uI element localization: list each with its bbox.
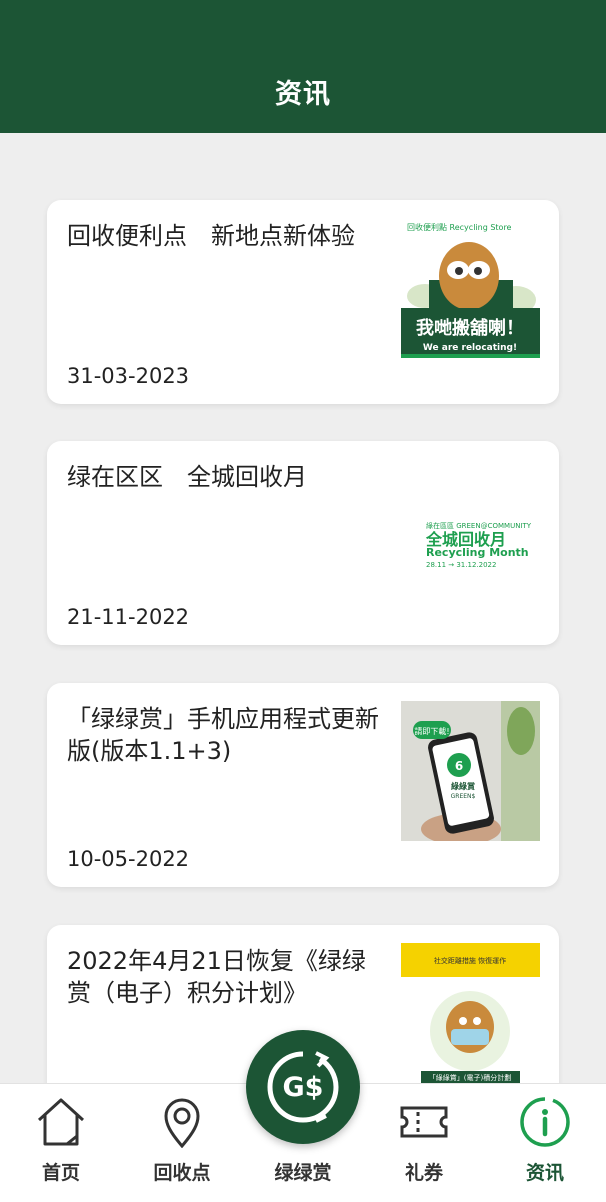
thumb-headline: 我哋搬舖喇！ [416,317,524,339]
app-header: 资讯 [0,0,606,133]
thumb-top-text: 社交距離措施 恢復運作 [434,956,506,965]
news-card[interactable]: 绿在区区 全城回收月 21-11-2022 綠在區區 GREEN@COMMUNI… [47,441,559,645]
tab-label: 绿绿赏 [274,1162,332,1184]
rewards-fab-button[interactable]: G$ [246,1030,360,1144]
thumb-app-en: GREEN$ [451,793,476,800]
svg-text:6: 6 [455,759,463,773]
g-dollar-icon: G$ [267,1051,339,1123]
tab-recycle-points[interactable]: 回收点 [142,1084,222,1202]
info-icon [520,1097,570,1147]
map-pin-icon [164,1098,200,1148]
thumb-bubble: 請即下載! [414,726,449,736]
thumb-date-range: 28.11 → 31.12.2022 [426,561,496,569]
news-thumbnail: 回收便利點 Recycling Store 我哋搬舖喇！ We are relo… [401,218,540,358]
tab-news[interactable]: 资讯 [505,1084,585,1202]
tab-label: 首页 [41,1162,80,1184]
thumb-subline: Recycling Month [426,546,529,559]
news-title: 「绿绿赏」手机应用程式更新版(版本1.1+3) [67,705,379,765]
tab-coupons[interactable]: 礼券 [384,1084,464,1202]
thumb-small-text: 回收便利點 Recycling Store [407,222,512,232]
home-icon [37,1098,85,1146]
tab-label: 礼券 [404,1162,443,1184]
news-thumbnail: 社交距離措施 恢復運作 「綠綠賞」(電子)積分計劃 [401,943,540,1083]
news-title: 回收便利点 新地点新体验 [67,222,355,250]
news-date: 31-03-2023 [67,364,190,388]
tab-home[interactable]: 首页 [21,1084,101,1202]
news-date: 10-05-2022 [67,847,190,871]
ticket-icon [400,1106,448,1138]
thumb-subline: We are relocating! [423,343,517,353]
thumb-caption: 「綠綠賞」(電子)積分計劃 [429,1073,511,1082]
page-title: 资讯 [275,79,331,110]
news-card[interactable]: 回收便利点 新地点新体验 31-03-2023 回收便利點 Recycling … [47,200,559,404]
tab-label: 资讯 [525,1162,564,1184]
news-card[interactable]: 「绿绿赏」手机应用程式更新版(版本1.1+3) 10-05-2022 6 綠綠賞… [47,683,559,887]
tab-label: 回收点 [153,1162,211,1184]
news-title: 2022年4月21日恢复《绿绿赏（电子）积分计划》 [67,947,366,1007]
thumb-small-text: 綠在區區 GREEN@COMMUNITY [426,521,532,530]
fab-text: G$ [283,1072,324,1103]
news-date: 21-11-2022 [67,605,190,629]
news-thumbnail: 綠在區區 GREEN@COMMUNITY 全城回收月 Recycling Mon… [401,459,540,599]
thumb-app-name: 綠綠賞 [451,781,475,791]
news-title: 绿在区区 全城回收月 [67,463,307,491]
news-thumbnail: 6 綠綠賞 GREEN$ 請即下載! [401,701,540,841]
